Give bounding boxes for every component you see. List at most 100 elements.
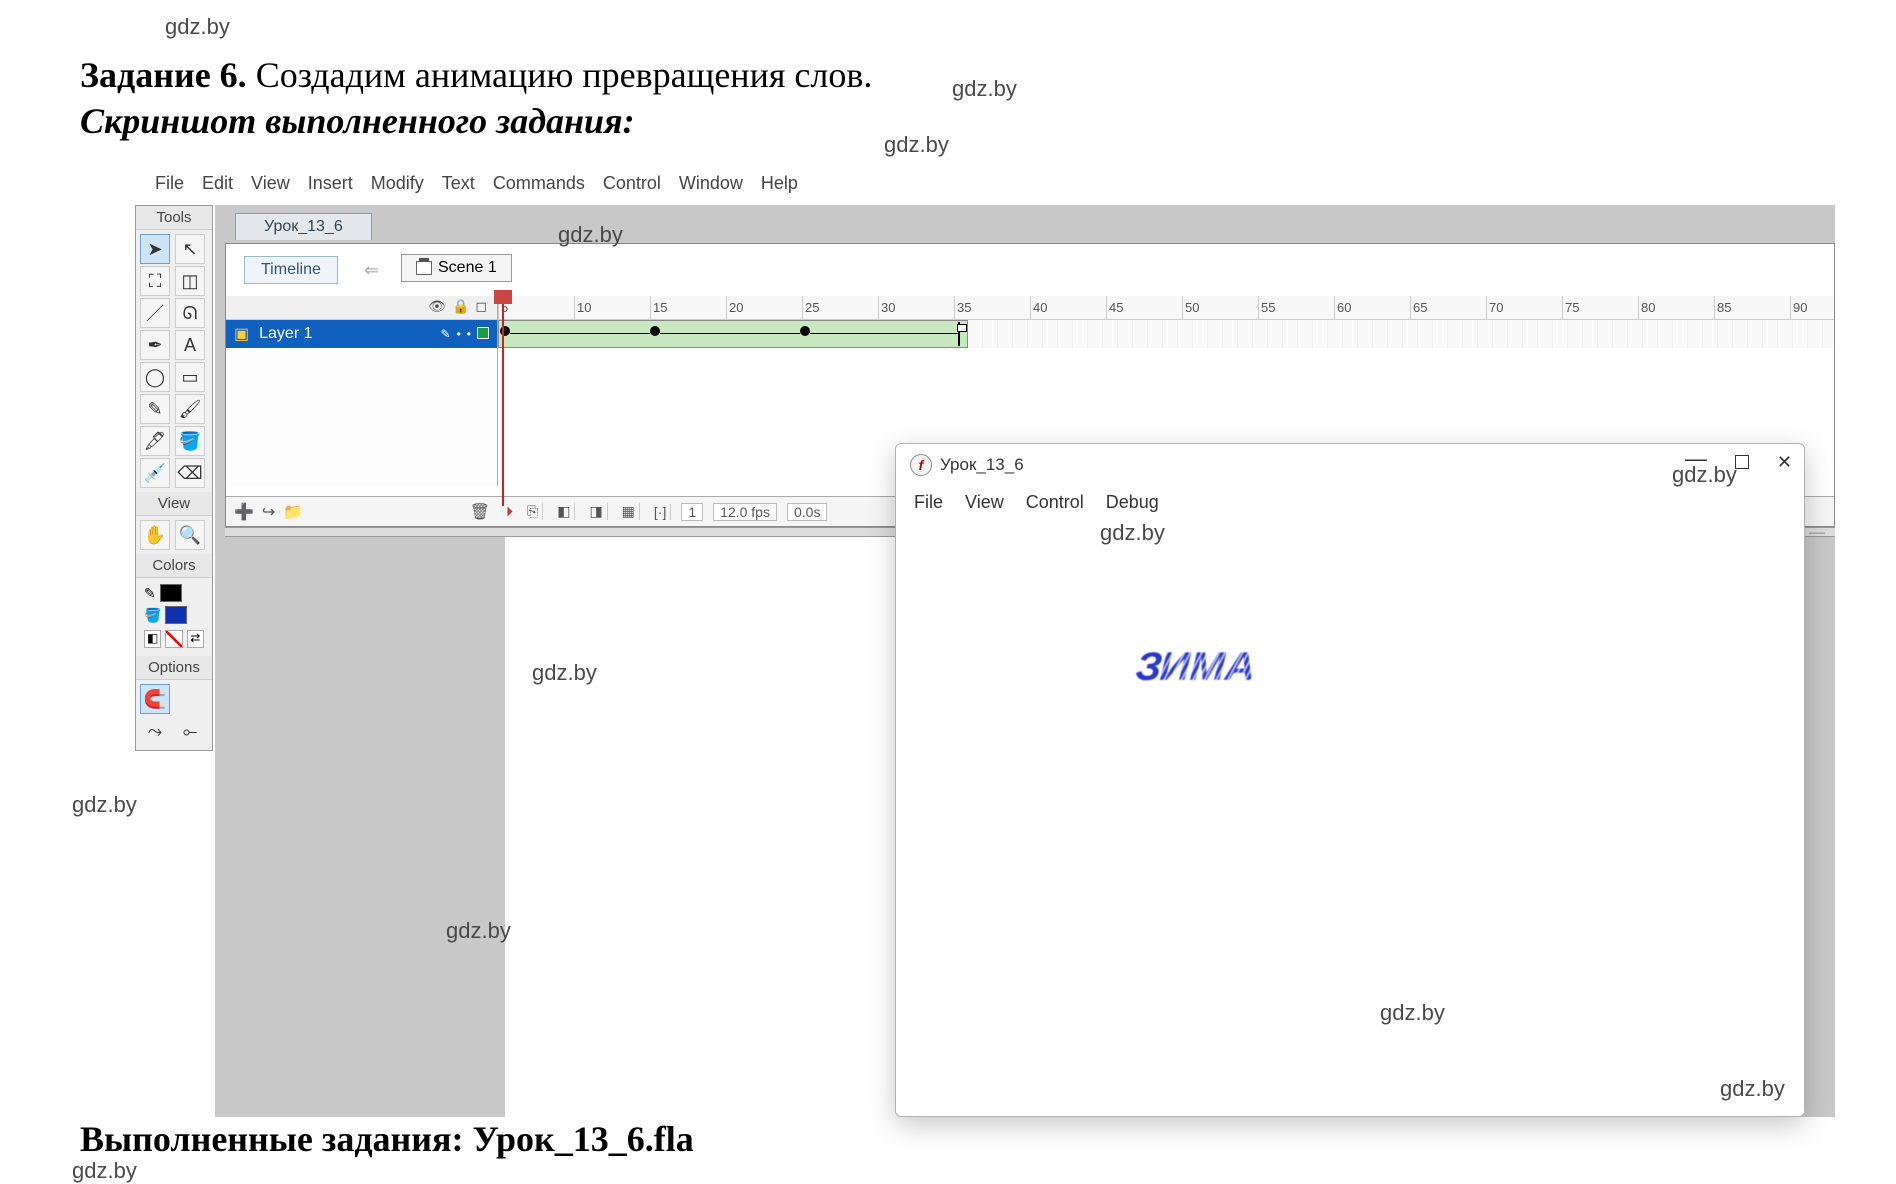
playhead-line — [502, 296, 504, 506]
minimize-button[interactable]: — — [1685, 452, 1707, 473]
layer-pencil-icon: ✎ — [441, 327, 451, 341]
subselect-icon[interactable]: ↖ — [175, 234, 205, 264]
layer-row[interactable]: ▣ Layer 1 ✎ •• — [226, 320, 497, 348]
preview-menu-view[interactable]: View — [965, 492, 1004, 513]
eraser-icon[interactable]: ⌫ — [175, 458, 205, 488]
task-desc: Создадим анимацию превращения слов. — [256, 55, 873, 95]
add-motion-guide-icon[interactable]: ↪ — [262, 502, 275, 522]
paint-bucket-icon[interactable]: 🪣 — [175, 426, 205, 456]
timeline-track[interactable] — [498, 320, 1834, 348]
timeline-tab[interactable]: Timeline — [244, 256, 338, 284]
tween-arrow — [510, 333, 650, 334]
arrow-icon[interactable]: ➤ — [140, 234, 170, 264]
menu-view[interactable]: View — [251, 173, 290, 194]
keyframe-icon[interactable] — [650, 326, 660, 336]
playhead-icon[interactable] — [494, 290, 512, 304]
preview-title: Урок_13_6 — [940, 455, 1024, 475]
ink-icon[interactable]: 🖋 — [140, 426, 170, 456]
morphing-text: ЗИМА — [1134, 645, 1255, 690]
bottom-label: Выполненные задания: — [80, 1119, 464, 1159]
pen-icon[interactable]: ✒ — [140, 330, 170, 360]
fill-swatch[interactable] — [165, 606, 187, 624]
watermark: gdz.by — [72, 1158, 137, 1184]
eyedropper-icon[interactable]: 💉 — [140, 458, 170, 488]
oval-icon[interactable]: ◯ — [140, 362, 170, 392]
layer-folder-icon: ▣ — [234, 324, 249, 344]
no-color-icon[interactable] — [165, 630, 182, 648]
tween-arrow — [660, 333, 800, 334]
scene-button[interactable]: Scene 1 — [401, 254, 512, 282]
preview-menu-control[interactable]: Control — [1026, 492, 1084, 513]
delete-layer-icon[interactable]: 🗑 — [470, 502, 490, 522]
flash-player-icon: f — [910, 454, 932, 476]
task-subtitle: Скриншот выполненного задания: — [80, 100, 635, 142]
menu-control[interactable]: Control — [603, 173, 661, 194]
current-frame: 1 — [681, 503, 703, 521]
add-folder-icon[interactable]: 📁 — [283, 502, 303, 522]
stroke-pencil-icon: ✎ — [144, 585, 156, 602]
bottom-caption: Выполненные задания: Урок_13_6.fla — [80, 1118, 694, 1160]
view-header: View — [136, 492, 212, 516]
window-controls: — ✕ — [1685, 452, 1792, 473]
tick: 75 — [1562, 296, 1638, 319]
bottom-file: Урок_13_6.fla — [473, 1119, 694, 1159]
pencil-icon[interactable]: ✎ — [140, 394, 170, 424]
menu-file[interactable]: File — [155, 173, 184, 194]
free-transform-icon[interactable]: ⛶ — [140, 266, 170, 296]
text-icon[interactable]: A — [175, 330, 205, 360]
empty-frames — [968, 320, 1834, 348]
magnet-icon[interactable]: 🧲 — [140, 684, 170, 714]
preview-menu-file[interactable]: File — [914, 492, 943, 513]
end-frame-icon[interactable] — [958, 322, 964, 346]
center-frame-icon[interactable]: ⎘ — [523, 503, 543, 520]
morph-part2: ИМА — [1158, 645, 1256, 690]
menu-window[interactable]: Window — [679, 173, 743, 194]
menubar: File Edit View Insert Modify Text Comman… — [155, 173, 798, 194]
document-tab[interactable]: Урок_13_6 — [235, 213, 372, 240]
lasso-icon[interactable]: ᘏ — [175, 298, 205, 328]
stroke-swatch[interactable] — [160, 584, 182, 602]
preview-menu-debug[interactable]: Debug — [1106, 492, 1159, 513]
lock-icon[interactable]: 🔒 — [452, 299, 469, 316]
onion-skin-outlines-icon[interactable]: ◨ — [585, 503, 607, 520]
close-button[interactable]: ✕ — [1777, 452, 1792, 473]
rect-icon[interactable]: ▭ — [175, 362, 205, 392]
brush-icon[interactable]: 🖌 — [175, 394, 205, 424]
swap-colors-icon[interactable]: ⇄ — [187, 630, 204, 648]
menu-insert[interactable]: Insert — [308, 173, 353, 194]
gradient-transform-icon[interactable]: ◫ — [175, 266, 205, 296]
bw-default-icon[interactable]: ◧ — [144, 630, 161, 648]
modify-markers-icon[interactable]: [·] — [650, 504, 671, 520]
tick: 25 — [802, 296, 878, 319]
view-grid: ✋ 🔍 — [136, 516, 212, 554]
maximize-button[interactable] — [1735, 455, 1749, 469]
menu-help[interactable]: Help — [761, 173, 798, 194]
eye-icon[interactable]: 👁 — [428, 299, 446, 316]
onion-skin-icon[interactable]: ◧ — [553, 503, 575, 520]
menu-text[interactable]: Text — [442, 173, 475, 194]
scene-label: Scene 1 — [438, 259, 497, 277]
tween-arrow — [810, 333, 958, 334]
straighten-icon[interactable]: ⟜ — [175, 716, 205, 746]
smooth-icon[interactable]: ⤳ — [140, 716, 170, 746]
back-arrow-icon[interactable]: ⇐ — [356, 258, 387, 283]
fill-bucket-icon: 🪣 — [144, 607, 161, 624]
edit-multiple-frames-icon[interactable]: ▦ — [618, 503, 640, 520]
line-icon[interactable]: ／ — [140, 298, 170, 328]
menu-commands[interactable]: Commands — [493, 173, 585, 194]
layer-outline-swatch — [477, 327, 489, 339]
task-label: Задание 6. — [80, 55, 247, 95]
outline-icon[interactable]: ◻ — [475, 299, 487, 316]
layer-name: Layer 1 — [259, 325, 312, 343]
add-layer-icon[interactable]: ➕ — [234, 502, 254, 522]
hand-icon[interactable]: ✋ — [140, 520, 170, 550]
preview-titlebar[interactable]: f Урок_13_6 — [896, 444, 1804, 486]
options-grid: 🧲 ⤳ ⟜ — [136, 680, 212, 750]
timeline-ruler[interactable]: 5 10 15 20 25 30 35 40 45 50 55 60 65 70… — [498, 296, 1834, 320]
watermark: gdz.by — [165, 14, 230, 40]
menu-edit[interactable]: Edit — [202, 173, 233, 194]
menu-modify[interactable]: Modify — [371, 173, 424, 194]
zoom-icon[interactable]: 🔍 — [175, 520, 205, 550]
keyframe-icon[interactable] — [800, 326, 810, 336]
colors-header: Colors — [136, 554, 212, 578]
